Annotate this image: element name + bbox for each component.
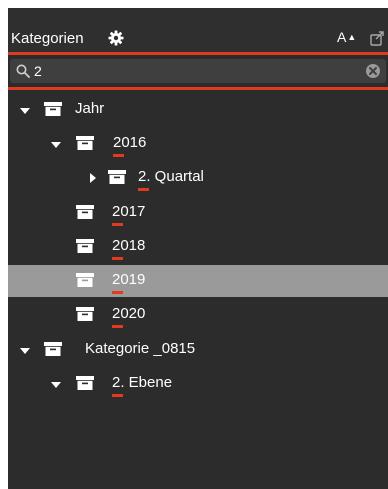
tree-item-label: Jahr xyxy=(75,100,105,117)
panel-header: Kategorien A▲ xyxy=(8,8,388,54)
tree-item-2-ebene[interactable]: 2. Ebene xyxy=(8,368,388,400)
archive-box-icon xyxy=(76,376,94,390)
tree-item-2016[interactable]: 2016 xyxy=(8,128,388,160)
search-bar xyxy=(8,52,388,90)
archive-box-icon xyxy=(76,239,94,253)
archive-box-icon xyxy=(76,273,94,287)
sort-arrow-icon: ▲ xyxy=(347,32,357,42)
archive-box-icon xyxy=(44,342,62,356)
tree-item-jahr[interactable]: Jahr xyxy=(8,94,388,126)
tree-item-kategorie-0815[interactable]: Kategorie _0815 xyxy=(8,334,388,366)
tree-item-label: 2. Quartal xyxy=(138,168,204,185)
tree-item-label: 2020 xyxy=(112,305,146,322)
archive-box-icon xyxy=(76,307,94,321)
search-match-highlight: 2 xyxy=(112,271,121,288)
search-match-highlight: 2 xyxy=(138,168,147,185)
archive-box-icon xyxy=(44,102,62,116)
tree-item-2019[interactable]: 2019 xyxy=(8,265,388,297)
tree-item-2-quartal[interactable]: 2. Quartal xyxy=(8,162,388,194)
tree-item-label: 2. Ebene xyxy=(112,374,173,391)
tree-item-label: 2016 xyxy=(113,134,147,151)
tree-item-2018[interactable]: 2018 xyxy=(8,231,388,263)
caret-down-icon[interactable] xyxy=(20,106,30,116)
caret-down-icon[interactable] xyxy=(51,140,61,150)
search-match-highlight: 2 xyxy=(112,374,121,391)
export-icon[interactable] xyxy=(369,30,385,46)
archive-box-icon xyxy=(108,170,126,184)
categories-panel: Kategorien A▲ 2 Jahr 2016 2. Quartal 201… xyxy=(8,8,388,489)
tree-item-label: Kategorie _0815 xyxy=(85,340,196,357)
tree-item-2017[interactable]: 2017 xyxy=(8,197,388,229)
search-match-highlight: 2 xyxy=(112,237,121,254)
tree-item-2020[interactable]: 2020 xyxy=(8,299,388,331)
search-match-highlight: 2 xyxy=(112,305,121,322)
sort-label: A xyxy=(337,29,347,45)
panel-title: Kategorien xyxy=(11,30,84,47)
clear-icon[interactable] xyxy=(365,63,381,79)
search-input[interactable] xyxy=(34,61,354,81)
caret-down-icon[interactable] xyxy=(51,380,61,390)
sort-alphabetical-button[interactable]: A▲ xyxy=(337,29,356,45)
search-match-highlight: 2 xyxy=(113,134,122,151)
gear-icon[interactable] xyxy=(108,30,124,46)
tree-item-label: 2019 xyxy=(112,271,146,288)
tree-item-label: 2017 xyxy=(112,203,146,220)
search-icon xyxy=(16,64,30,78)
archive-box-icon xyxy=(76,136,94,150)
archive-box-icon xyxy=(76,205,94,219)
tree-item-label: 2018 xyxy=(112,237,146,254)
search-match-highlight: 2 xyxy=(112,203,121,220)
search-box xyxy=(10,59,386,83)
caret-down-icon[interactable] xyxy=(20,346,30,356)
caret-right-icon[interactable] xyxy=(88,173,98,183)
